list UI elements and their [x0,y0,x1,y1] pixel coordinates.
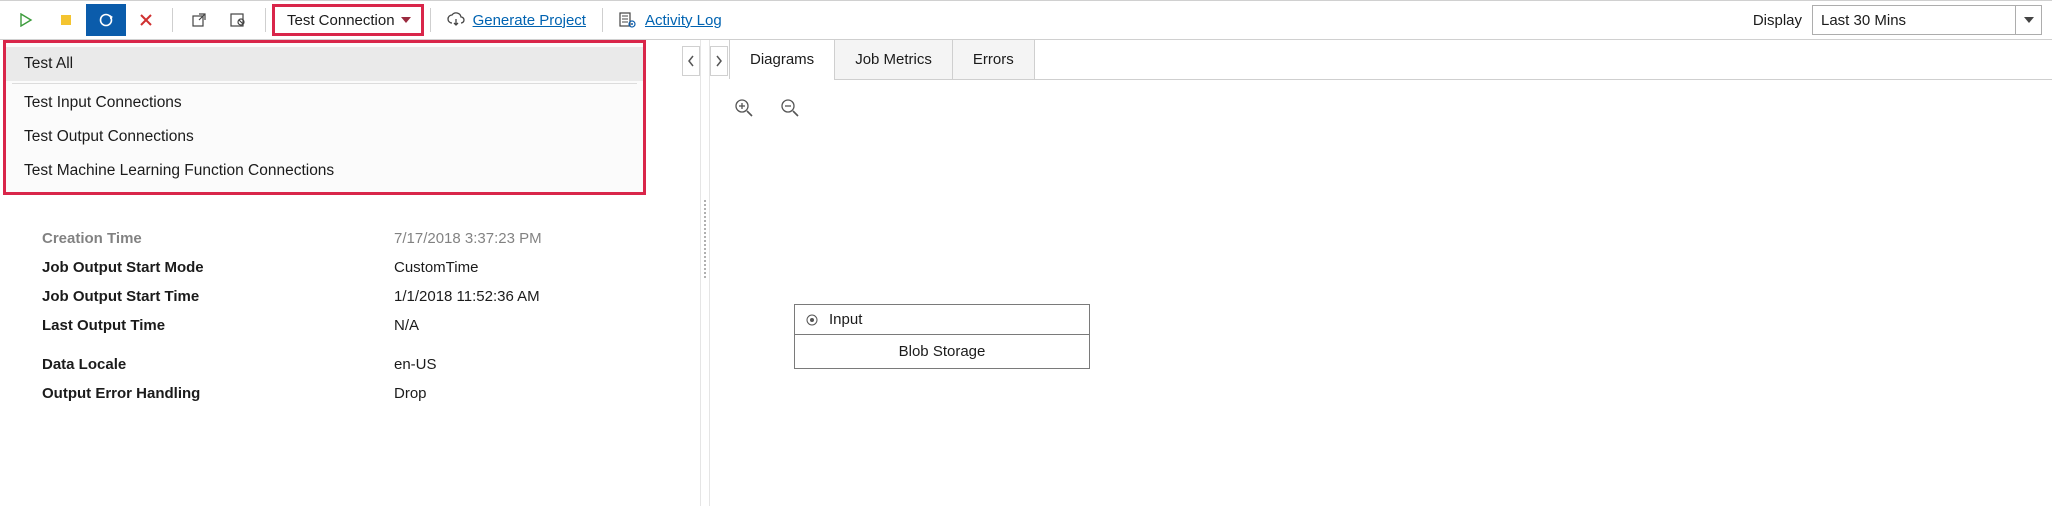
run-button[interactable] [6,4,46,36]
tab-diagrams[interactable]: Diagrams [729,39,835,79]
property-label: Creation Time [42,230,394,247]
display-label: Display [1753,12,1802,29]
test-connection-label: Test Connection [287,12,395,29]
refresh-button[interactable] [86,4,126,36]
splitter-handle[interactable] [704,200,706,280]
cloud-download-icon [447,12,465,28]
display-select[interactable]: Last 30 Mins [1812,5,2042,35]
menu-item-test-input[interactable]: Test Input Connections [6,86,643,120]
activity-log-button[interactable]: Activity Log [609,4,732,36]
tab-errors[interactable]: Errors [952,39,1035,79]
stop-button[interactable] [46,4,86,36]
display-value: Last 30 Mins [1821,12,1906,29]
zoom-out-button[interactable] [780,98,800,118]
chevron-down-icon [401,17,411,23]
input-node-icon [805,313,819,327]
display-group: Display Last 30 Mins [1753,5,2042,35]
toolbar-separator [602,8,603,32]
collapse-left-button[interactable] [682,46,700,76]
property-value: en-US [394,356,437,373]
toolbar-separator [172,8,173,32]
menu-separator [12,83,637,84]
tab-job-metrics[interactable]: Job Metrics [834,39,953,79]
splitter[interactable] [700,40,710,506]
chevron-left-icon [687,55,695,67]
property-label: Data Locale [42,356,394,373]
copy-link-button[interactable] [219,4,259,36]
toolbar-separator [430,8,431,32]
zoom-bar [710,80,2052,118]
toolbar: Test Connection Generate Project Activit… [0,0,2052,40]
open-external-button[interactable] [179,4,219,36]
property-row: Data Localeen-US [42,350,680,379]
delete-button[interactable] [126,4,166,36]
generate-project-label: Generate Project [473,12,586,29]
property-row: Creation Time7/17/2018 3:37:23 PM [42,224,680,253]
property-value: N/A [394,317,419,334]
property-row: Job Output Start ModeCustomTime [42,253,680,282]
diagram-input-title: Input [829,311,862,328]
chevron-right-icon [715,55,723,67]
property-value: Drop [394,385,427,402]
menu-item-test-ml[interactable]: Test Machine Learning Function Connectio… [6,154,643,188]
property-label: Job Output Start Mode [42,259,394,276]
diagram-input-subtitle: Blob Storage [795,335,1089,368]
generate-project-button[interactable]: Generate Project [437,4,596,36]
diagram-pane: Diagrams Job Metrics Errors Input Blob S… [710,40,2052,506]
property-label: Last Output Time [42,317,394,334]
property-row: Job Output Start Time1/1/2018 11:52:36 A… [42,282,680,311]
property-row: Last Output TimeN/A [42,311,680,340]
activity-log-icon [619,12,637,28]
property-label: Job Output Start Time [42,288,394,305]
zoom-in-icon [734,98,754,118]
menu-item-test-output[interactable]: Test Output Connections [6,120,643,154]
property-row: Output Error HandlingDrop [42,379,680,408]
property-value: 7/17/2018 3:37:23 PM [394,230,542,247]
display-dropdown-button[interactable] [2015,6,2041,34]
activity-log-label: Activity Log [645,12,722,29]
chevron-down-icon [2024,17,2034,23]
test-connection-menu: Test All Test Input Connections Test Out… [3,40,646,195]
menu-item-test-all[interactable]: Test All [6,47,643,81]
property-value: 1/1/2018 11:52:36 AM [394,288,540,305]
zoom-out-icon [780,98,800,118]
toolbar-separator [265,8,266,32]
property-value: CustomTime [394,259,478,276]
collapse-right-button[interactable] [710,46,728,76]
zoom-in-button[interactable] [734,98,754,118]
property-label: Output Error Handling [42,385,394,402]
diagram-input-node[interactable]: Input Blob Storage [794,304,1090,369]
tabs: Diagrams Job Metrics Errors [730,40,2052,80]
test-connection-dropdown[interactable]: Test Connection [272,4,424,36]
